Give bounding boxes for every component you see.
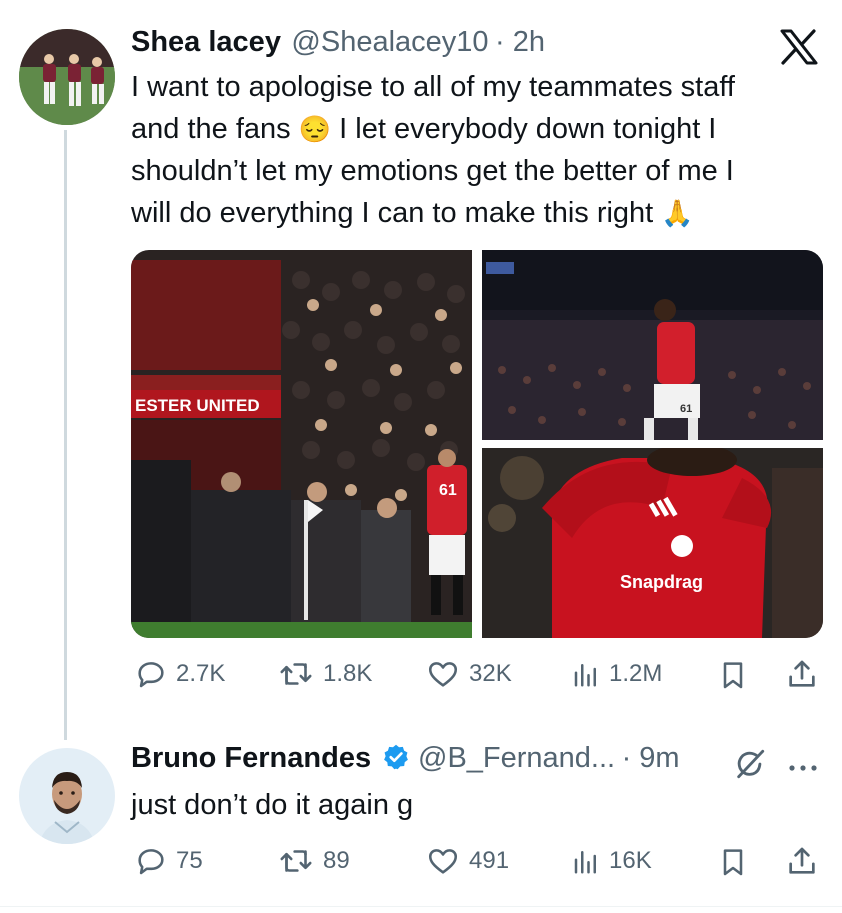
shirt-sponsor-text: Snapdrag <box>620 572 703 592</box>
display-name[interactable]: Shea lacey <box>131 26 281 58</box>
repost-button[interactable]: 1.8K <box>277 657 372 691</box>
media-image-player-wide[interactable]: 61 <box>482 250 823 440</box>
heart-icon <box>428 849 458 874</box>
views-icon <box>574 851 596 874</box>
thread-connector-line <box>64 130 67 740</box>
avatar[interactable] <box>19 29 115 125</box>
views-button[interactable]: 1.2M <box>571 657 662 691</box>
avatar[interactable] <box>19 748 115 844</box>
share-icon <box>789 847 815 874</box>
reply-icon <box>138 849 164 875</box>
share-button[interactable] <box>785 844 819 878</box>
image-player-stadium: 61 <box>482 250 823 440</box>
tweet-text: I want to apologise to all of my teammat… <box>131 66 831 234</box>
views-icon <box>574 664 596 687</box>
pray-emoji: 🙏 <box>661 198 694 228</box>
reply-button[interactable]: 75 <box>134 844 203 878</box>
timestamp[interactable]: · 2h <box>495 26 545 58</box>
tweet-text-line: will do everything I can to make this ri… <box>131 192 831 234</box>
image-player-face-covered: Snapdrag <box>482 448 823 638</box>
media-image-player-closeup[interactable]: Snapdrag <box>482 448 823 638</box>
bookmark-icon <box>723 849 743 876</box>
reply-button[interactable]: 2.7K <box>134 657 225 691</box>
tweet-text-line: and the fans 😔 I let everybody down toni… <box>131 108 831 150</box>
media-gutter <box>472 250 482 638</box>
heart-icon <box>428 662 458 687</box>
repost-count: 1.8K <box>323 660 373 687</box>
tweet-text-fragment: will do everything I can to make this ri… <box>131 197 654 229</box>
tweet-text: just don’t do it again g <box>131 789 414 821</box>
bottom-divider <box>0 906 842 907</box>
reply-icon <box>138 662 164 688</box>
views-count: 16K <box>609 847 652 874</box>
tweet-text-line: shouldn’t let my emotions get the better… <box>131 155 734 187</box>
media-gutter <box>482 440 823 448</box>
shirt-number: 61 <box>439 482 457 499</box>
more-icon[interactable] <box>787 760 819 778</box>
tweet-text-fragment: and the fans <box>131 113 291 145</box>
shorts-number: 61 <box>680 403 692 415</box>
bookmark-icon <box>723 662 743 689</box>
tweet-text-fragment: I let everybody down tonight I <box>339 113 717 145</box>
repost-icon <box>280 850 312 872</box>
repost-count: 89 <box>323 847 350 874</box>
media-grid[interactable]: ESTER UNITED 61 61 Snapdrag <box>131 250 823 638</box>
repost-button[interactable]: 89 <box>277 844 350 878</box>
like-count: 491 <box>469 847 510 874</box>
avatar-photo <box>19 748 115 844</box>
views-button[interactable]: 16K <box>571 844 652 878</box>
user-handle[interactable]: @Shealacey10 <box>291 26 488 58</box>
views-count: 1.2M <box>609 660 663 687</box>
reply-count: 2.7K <box>176 660 226 687</box>
like-count: 32K <box>469 660 512 687</box>
grok-icon[interactable] <box>733 747 767 786</box>
image-stadium-crowd: ESTER UNITED 61 <box>131 250 472 638</box>
bookmark-button[interactable] <box>717 658 749 692</box>
verified-badge-icon <box>382 743 410 776</box>
bookmark-button[interactable] <box>717 845 749 879</box>
share-icon <box>789 660 815 687</box>
share-button[interactable] <box>785 657 819 691</box>
timestamp[interactable]: · 9m <box>622 742 680 774</box>
display-name[interactable]: Bruno Fernandes <box>131 742 371 774</box>
pensive-emoji: 😔 <box>298 114 332 144</box>
x-logo-icon[interactable] <box>780 29 818 65</box>
repost-icon <box>280 663 312 685</box>
tweet-header: Bruno Fernandes @B_Fernand... · 9m <box>131 742 680 776</box>
tweet-header: Shea lacey @Shealacey10 · 2h <box>131 26 545 59</box>
reply-count: 75 <box>176 847 203 874</box>
media-image-stands[interactable]: ESTER UNITED 61 <box>131 250 472 638</box>
stadium-sign-text: ESTER UNITED <box>135 396 260 415</box>
like-button[interactable]: 32K <box>425 657 512 691</box>
user-handle[interactable]: @B_Fernand... <box>418 742 615 774</box>
like-button[interactable]: 491 <box>425 844 509 878</box>
avatar-photo <box>19 29 115 125</box>
tweet-text-line: I want to apologise to all of my teammat… <box>131 71 735 103</box>
